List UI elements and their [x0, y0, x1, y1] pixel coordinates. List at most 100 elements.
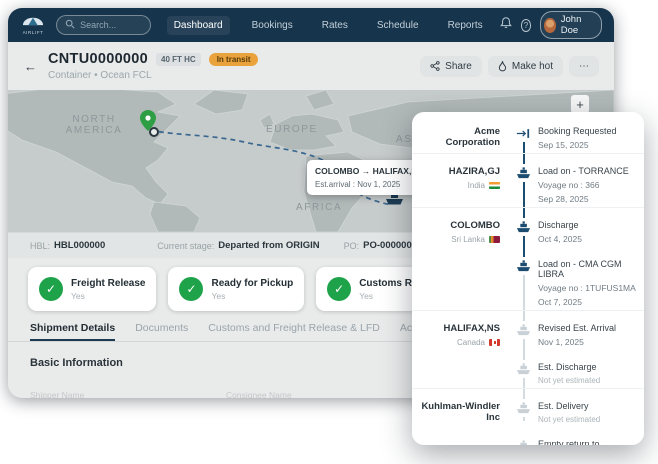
map-label-north-america: NORTH AMERICA: [46, 114, 142, 136]
ship-icon: [516, 260, 531, 272]
card-freight-release: ✓ Freight ReleaseYes: [28, 267, 156, 311]
ship-icon: [516, 363, 531, 375]
timeline-event-detail: Sep 28, 2025: [538, 194, 636, 204]
share-button[interactable]: Share: [421, 57, 481, 76]
timeline-event-title: Booking Requested: [538, 126, 636, 136]
timeline-section: Kuhlman-Windler Inc: [412, 388, 644, 445]
ship-icon: [516, 402, 531, 414]
shipment-header: ← CNTU0000000 40 FT HC In transit Contai…: [8, 42, 614, 90]
nav-item-bookings[interactable]: Bookings: [245, 16, 300, 35]
timeline-event-icon: [515, 164, 532, 182]
timeline-party: HALIFAX,NS: [420, 323, 500, 334]
timeline-event: Load on - TORRANCE Voyage no : 366 Sep 2…: [508, 154, 636, 207]
hbl-field: HBL:HBL000000: [30, 240, 105, 251]
timeline-event-title: Load on - TORRANCE: [538, 166, 636, 176]
current-stage-field: Current stage:Departed from ORIGIN: [157, 240, 319, 251]
top-nav: AIRLIFT Search... Dashboard Bookings Rat…: [8, 8, 614, 42]
timeline-event-detail: Not yet estimated: [538, 376, 636, 385]
timeline-event-icon: [515, 257, 532, 275]
tooltip-eta: Est.arrival : Nov 1, 2025: [315, 180, 416, 189]
timeline-country: India: [468, 181, 485, 190]
timeline-event-detail: Oct 4, 2025: [538, 234, 636, 244]
timeline-event: Discharge Oct 4, 2025: [508, 208, 636, 247]
timeline-event-detail: Not yet estimated: [538, 415, 636, 424]
timeline-event: Booking Requested Sep 15, 2025: [508, 114, 636, 153]
origin-port-marker: [150, 128, 158, 136]
share-icon: [430, 61, 440, 71]
map-label-europe: EUROPE: [266, 124, 318, 135]
po-field: PO:PO-000000: [344, 240, 412, 251]
timeline-event: Est. Delivery Not yet estimated: [508, 389, 636, 427]
check-icon: ✓: [179, 277, 203, 301]
tab-shipment-details[interactable]: Shipment Details: [30, 322, 115, 341]
check-icon: ✓: [39, 277, 63, 301]
timeline-event-title: Est. Delivery: [538, 401, 636, 411]
notifications-bell-icon[interactable]: [500, 16, 512, 34]
map-label-africa: AFRICA: [296, 202, 342, 213]
help-icon[interactable]: ?: [521, 19, 532, 32]
country-flag-icon: [489, 182, 500, 189]
timeline-section: COLOMBO Sri Lanka: [412, 207, 644, 310]
timeline-party: HAZIRA,GJ: [420, 166, 500, 177]
nav-right-cluster: ? John Doe: [500, 11, 602, 39]
consignee-name-label: Consignee Name: [226, 390, 422, 398]
timeline-sections: Acme Corporation: [412, 114, 644, 445]
timeline-event-detail: Oct 7, 2025: [538, 297, 636, 307]
ship-icon: [516, 221, 531, 233]
more-actions-button[interactable]: ⋯: [570, 57, 598, 76]
timeline-event-icon: [515, 218, 532, 236]
container-number: CNTU0000000: [48, 51, 148, 67]
transfer-icon: [516, 128, 530, 139]
search-placeholder: Search...: [80, 20, 116, 30]
timeline-party: Kuhlman-Windler Inc: [420, 401, 500, 423]
user-name: John Doe: [561, 14, 592, 36]
timeline-event: Revised Est. Arrival Nov 1, 2025: [508, 311, 636, 350]
user-menu[interactable]: John Doe: [540, 11, 602, 39]
timeline-country: Canada: [457, 338, 485, 347]
shipment-mode-subtitle: Container • Ocean FCL: [48, 70, 258, 81]
timeline-event: Load on - CMA CGM LIBRA Voyage no : 1TUF…: [508, 247, 636, 310]
map-zoom-in-button[interactable]: +: [570, 94, 590, 114]
timeline-section: Acme Corporation: [412, 114, 644, 153]
ship-icon: [516, 324, 531, 336]
country-flag-icon: [489, 236, 500, 243]
timeline-panel: Acme Corporation: [412, 112, 644, 445]
timeline-section: HAZIRA,GJ India: [412, 153, 644, 207]
avatar: [544, 18, 556, 33]
tab-documents[interactable]: Documents: [135, 322, 188, 341]
container-size-badge: 40 FT HC: [156, 53, 201, 66]
nav-item-schedule[interactable]: Schedule: [370, 16, 426, 35]
timeline-event: Empty return to Container Yard Not yet e…: [508, 427, 636, 445]
timeline-event-title: Empty return to Container Yard: [538, 439, 636, 445]
check-icon: ✓: [327, 277, 351, 301]
timeline-event-title: Est. Discharge: [538, 362, 636, 372]
timeline-event-detail: Voyage no : 366: [538, 180, 636, 190]
app-logo[interactable]: AIRLIFT: [20, 14, 46, 36]
timeline-event-icon: [515, 124, 531, 142]
timeline-event-detail: Voyage no : 1TUFUS1MA: [538, 283, 636, 293]
title-block: CNTU0000000 40 FT HC In transit Containe…: [48, 51, 258, 81]
card-ready-for-pickup: ✓ Ready for PickupYes: [168, 267, 304, 311]
ship-icon: [516, 440, 531, 445]
nav-item-reports[interactable]: Reports: [441, 16, 490, 35]
timeline-event-detail: Sep 15, 2025: [538, 140, 636, 150]
timeline-event-title: Load on - CMA CGM LIBRA: [538, 259, 636, 279]
nav-item-rates[interactable]: Rates: [315, 16, 355, 35]
timeline-event-title: Revised Est. Arrival: [538, 323, 636, 333]
status-badge: In transit: [209, 53, 259, 66]
logo-mountain-icon: [22, 14, 44, 30]
make-hot-button[interactable]: Make hot: [489, 57, 562, 76]
timeline-event-icon: [515, 437, 532, 445]
timeline-party: COLOMBO: [420, 220, 500, 231]
ship-icon: [516, 167, 531, 179]
search-input[interactable]: Search...: [56, 15, 151, 35]
search-icon: [65, 19, 75, 31]
timeline-event: Est. Discharge Not yet estimated: [508, 350, 636, 388]
timeline-event-icon: [515, 399, 532, 417]
timeline-event-detail: Nov 1, 2025: [538, 337, 636, 347]
nav-item-dashboard[interactable]: Dashboard: [167, 16, 230, 35]
header-actions: Share Make hot ⋯: [421, 57, 598, 76]
tab-customs-freight-lfd[interactable]: Customs and Freight Release & LFD: [208, 322, 380, 341]
back-arrow-icon[interactable]: ←: [24, 59, 37, 74]
timeline-country: Sri Lanka: [451, 235, 485, 244]
